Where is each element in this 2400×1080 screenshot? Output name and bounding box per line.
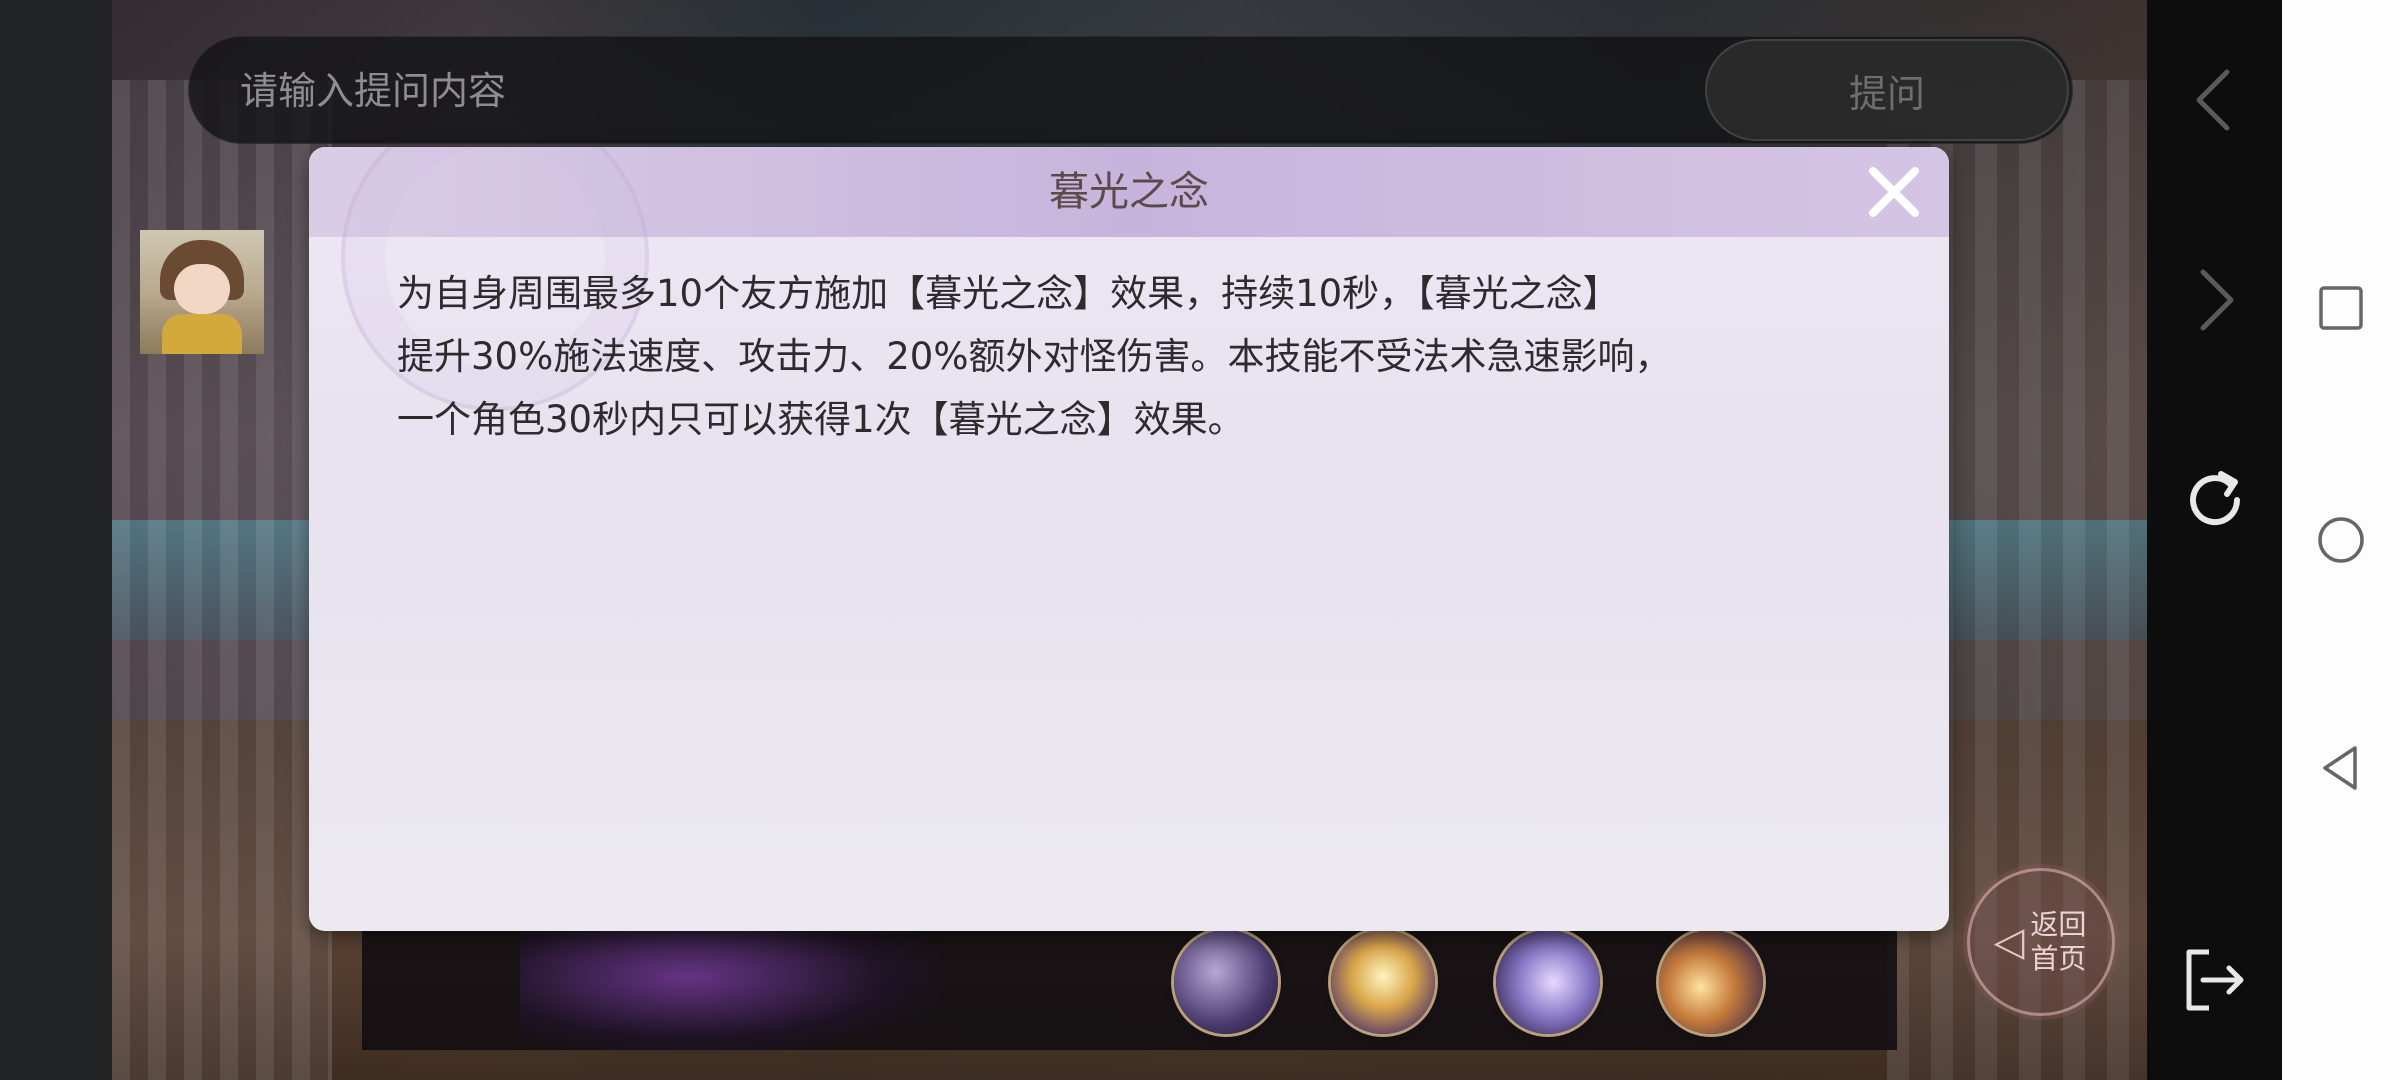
close-icon[interactable] <box>1865 163 1923 221</box>
character-avatar[interactable] <box>140 230 264 354</box>
return-home-line2: 首页 <box>2030 942 2087 975</box>
system-nav-bar <box>2282 0 2400 1080</box>
skill-effect-smoke <box>520 925 940 1055</box>
return-home-button[interactable]: ◁ 返回 首页 <box>1967 868 2115 1016</box>
refresh-icon[interactable] <box>2175 460 2255 540</box>
dialog-title: 暮光之念 <box>1049 169 1209 215</box>
skill-description-dialog: 暮光之念 为自身周围最多10个友方施加【暮光之念】效果，持续10秒，【暮光之念】… <box>309 147 1949 931</box>
game-nav-column <box>2147 0 2282 1080</box>
return-arrow-icon: ◁ <box>1993 919 2025 965</box>
chevron-right-icon[interactable] <box>2175 260 2255 340</box>
question-input[interactable] <box>238 36 1662 146</box>
return-home-label: 返回 首页 <box>2028 908 2088 976</box>
ask-button[interactable]: 提问 <box>1705 39 2069 141</box>
back-icon[interactable] <box>2311 738 2371 798</box>
skill-icon-1[interactable] <box>1174 930 1278 1034</box>
dialog-body-text: 为自身周围最多10个友方施加【暮光之念】效果，持续10秒，【暮光之念】 提升30… <box>397 272 1672 441</box>
return-home-line1: 返回 <box>2030 908 2087 941</box>
question-search-bar: 提问 <box>188 36 2073 146</box>
home-icon[interactable] <box>2311 510 2371 570</box>
recent-apps-icon[interactable] <box>2311 278 2371 338</box>
avatar-face <box>174 264 230 314</box>
skill-icon-4[interactable] <box>1659 930 1763 1034</box>
chevron-left-icon[interactable] <box>2175 60 2255 140</box>
left-margin <box>0 0 112 1080</box>
avatar-dress <box>162 314 242 354</box>
skill-icon-2[interactable] <box>1331 930 1435 1034</box>
exit-icon[interactable] <box>2175 940 2255 1020</box>
skill-icon-3[interactable] <box>1496 930 1600 1034</box>
